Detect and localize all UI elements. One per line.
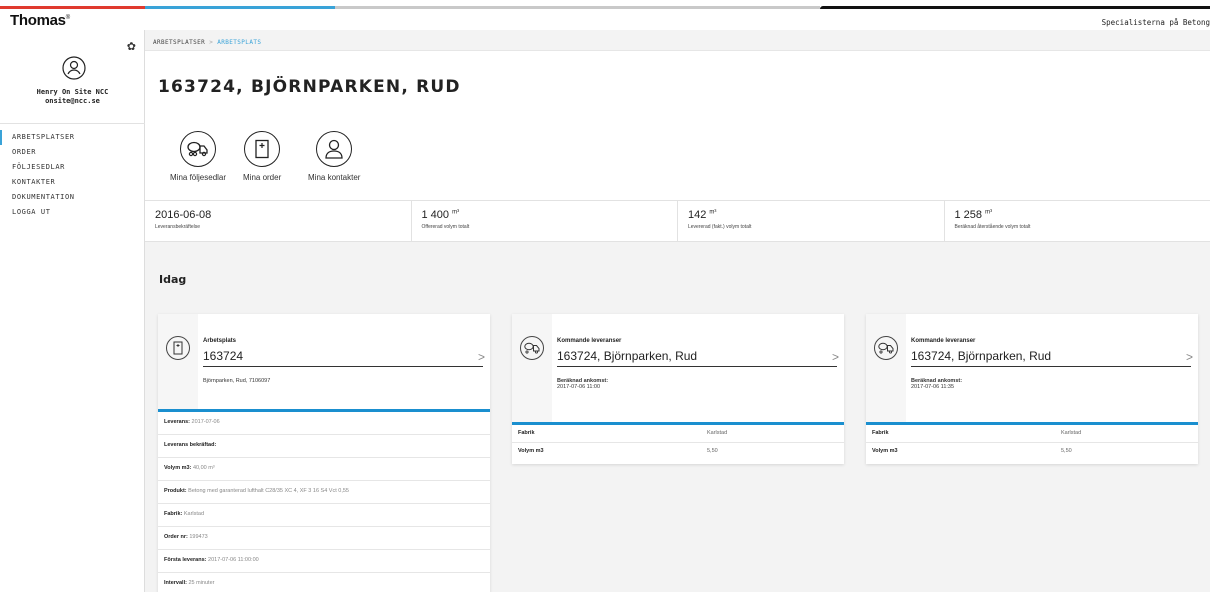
truck-icon xyxy=(180,131,217,167)
list-item: Leverans: 2017-07-06 xyxy=(158,412,490,435)
stat-value: 1 400 xyxy=(421,209,450,221)
stat-label: Leveransbekräftelse xyxy=(155,224,201,230)
stat-item: 142 m³ Levererad (fakt.) volym totalt xyxy=(678,201,945,241)
section-title: Idag xyxy=(159,273,187,286)
brand-stripe xyxy=(0,6,1210,9)
stat-value: 1 258 xyxy=(954,209,983,221)
card-divider xyxy=(557,366,837,367)
worksite-card: Arbetsplats 163724 > Björnparken, Rud, 7… xyxy=(158,314,490,592)
card-eta: Beräknad ankomst: 2017-07-06 11:35 xyxy=(911,378,962,390)
stat-label: Beräknad återstående volym totalt xyxy=(954,224,1031,230)
list-item: Volym m3: 40,00 m³ xyxy=(158,458,490,481)
avatar-icon xyxy=(62,56,86,80)
list-item: Fabrik: Karlstad xyxy=(158,504,490,527)
list-item: Order nr: 199473 xyxy=(158,527,490,550)
sidebar-item-dokumentation[interactable]: DOKUMENTATION xyxy=(0,190,145,205)
quick-link-label: Mina följesedlar xyxy=(170,173,227,182)
card-label: Kommande leveranser xyxy=(911,338,976,344)
stat-item: 1 258 m³ Beräknad återstående volym tota… xyxy=(945,201,1210,241)
quick-link-order[interactable]: Mina order xyxy=(243,131,281,182)
quick-link-label: Mina order xyxy=(243,173,282,182)
sidebar-nav: ARBETSPLATSER ORDER FÖLJESEDLAR KONTAKTE… xyxy=(0,123,145,220)
stat-label: Levererad (fakt.) volym totalt xyxy=(688,224,752,230)
stat-label: Offererad volym totalt xyxy=(421,224,470,230)
stat-unit: m³ xyxy=(709,209,717,216)
truck-icon xyxy=(874,336,898,360)
breadcrumb-parent[interactable]: ARBETSPLATSER xyxy=(153,39,205,46)
stat-item: 1 400 m³ Offererad volym totalt xyxy=(412,201,678,241)
list-item: Produkt: Betong med garanterad lufthalt … xyxy=(158,481,490,504)
list-item: Första leverans: 2017-07-06 11:00:00 xyxy=(158,550,490,573)
sidebar: ✿ Henry On Site NCC onsite@ncc.se ARBETS… xyxy=(0,30,145,592)
sidebar-item-logga-ut[interactable]: LOGGA UT xyxy=(0,205,145,220)
chevron-right-icon[interactable]: > xyxy=(478,350,485,364)
card-divider xyxy=(911,366,1191,367)
logo[interactable]: Thomas® xyxy=(10,12,70,29)
delivery-card: Kommande leveranser 163724, Björnparken,… xyxy=(512,314,844,464)
list-item: Fabrik Karlstad xyxy=(512,425,844,443)
card-label: Arbetsplats xyxy=(203,338,237,344)
list-item: Leverans bekräftad: xyxy=(158,435,490,458)
card-title[interactable]: 163724 xyxy=(203,349,243,363)
card-details: Fabrik Karlstad Volym m3 5,50 xyxy=(512,425,844,461)
list-item: Fabrik Karlstad xyxy=(866,425,1198,443)
breadcrumb-separator: > xyxy=(209,39,214,46)
stat-value: 142 xyxy=(688,209,707,221)
eta-value: 2017-07-06 11:35 xyxy=(911,384,955,390)
user-email: onsite@ncc.se xyxy=(45,97,100,105)
card-address: Björnparken, Rud, 7106097 xyxy=(203,378,271,384)
quick-link-foljesedlar[interactable]: Mina följesedlar xyxy=(170,131,226,182)
document-icon xyxy=(244,131,281,167)
eta-value: 2017-07-06 11:00 xyxy=(557,384,601,390)
user-name: Henry On Site NCC xyxy=(36,88,109,96)
person-icon xyxy=(316,131,353,167)
main-content: ARBETSPLATSER > ARBETSPLATS 163724, BJÖR… xyxy=(145,30,1210,592)
document-icon xyxy=(166,336,190,360)
card-title[interactable]: 163724, Björnparken, Rud xyxy=(911,349,1051,363)
list-item: Intervall: 25 minuter xyxy=(158,573,490,592)
quick-link-kontakter[interactable]: Mina kontakter xyxy=(308,131,360,182)
card-eta: Beräknad ankomst: 2017-07-06 11:00 xyxy=(557,378,608,390)
page-title: 163724, BJÖRNPARKEN, RUD xyxy=(158,77,461,97)
card-label: Kommande leveranser xyxy=(557,338,622,344)
sidebar-item-foljesedlar[interactable]: FÖLJESEDLAR xyxy=(0,160,145,175)
delivery-card: Kommande leveranser 163724, Björnparken,… xyxy=(866,314,1198,464)
stat-unit: m³ xyxy=(985,209,993,216)
card-details: Fabrik Karlstad Volym m3 5,50 xyxy=(866,425,1198,461)
chevron-right-icon[interactable]: > xyxy=(832,350,839,364)
stat-value: 2016-06-08 xyxy=(155,209,212,221)
user-info: Henry On Site NCC onsite@ncc.se xyxy=(0,88,145,106)
sidebar-item-kontakter[interactable]: KONTAKTER xyxy=(0,175,145,190)
top-bar: Thomas® Specialisterna på Betong xyxy=(0,0,1210,30)
tagline: Specialisterna på Betong xyxy=(1101,18,1210,27)
card-title[interactable]: 163724, Björnparken, Rud xyxy=(557,349,697,363)
breadcrumb: ARBETSPLATSER > ARBETSPLATS xyxy=(153,39,261,46)
sidebar-item-order[interactable]: ORDER xyxy=(0,145,145,160)
list-item: Volym m3 5,50 xyxy=(872,448,1072,454)
list-item: Volym m3 5,50 xyxy=(518,448,718,454)
card-details: Leverans: 2017-07-06 Leverans bekräftad:… xyxy=(158,412,490,592)
quick-link-label: Mina kontakter xyxy=(308,173,361,182)
chevron-right-icon[interactable]: > xyxy=(1186,350,1193,364)
stat-unit: m³ xyxy=(452,209,460,216)
card-divider xyxy=(203,366,483,367)
sidebar-item-arbetsplatser[interactable]: ARBETSPLATSER xyxy=(0,130,145,145)
stats-bar: 2016-06-08 Leveransbekräftelse 1 400 m³ … xyxy=(145,200,1210,242)
stat-item: 2016-06-08 Leveransbekräftelse xyxy=(145,201,412,241)
gear-icon[interactable]: ✿ xyxy=(127,40,136,53)
breadcrumb-current: ARBETSPLATS xyxy=(217,39,262,46)
truck-icon xyxy=(520,336,544,360)
